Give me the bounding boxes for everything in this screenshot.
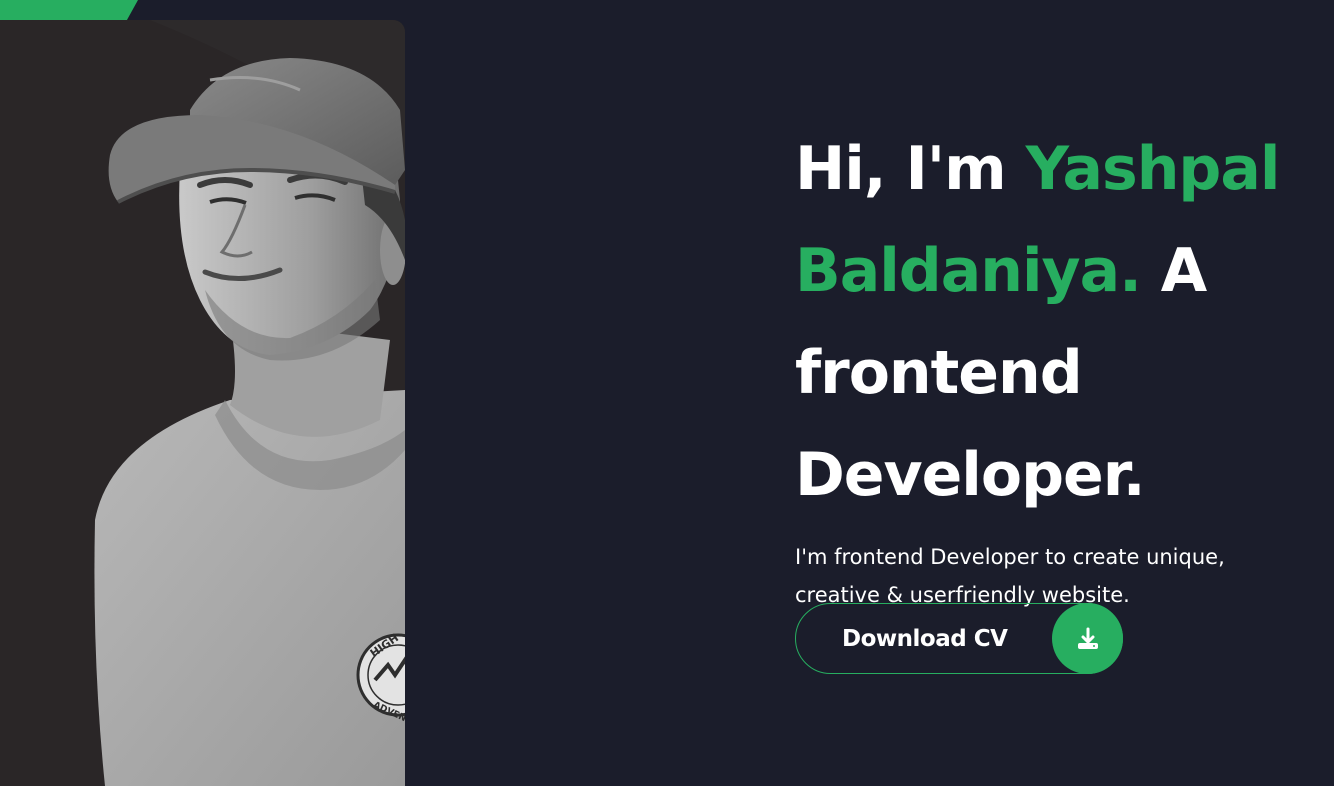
name-first: Yashpal: [1025, 134, 1281, 204]
role-line-2: Developer.: [795, 440, 1146, 510]
download-cv-label: Download CV: [842, 625, 1008, 652]
role-article: A: [1140, 236, 1207, 306]
name-last: Baldaniya.: [795, 236, 1142, 306]
greeting-text: Hi, I'm: [795, 134, 1026, 204]
headline-line-2: Baldaniya. A: [795, 220, 1315, 322]
hero-page: HIGH ADVENT Hi, I'm Yashpal Baldaniya. A…: [0, 0, 1334, 786]
hero-headline: Hi, I'm Yashpal Baldaniya. A frontend De…: [795, 118, 1315, 526]
accent-strip: [0, 0, 138, 20]
download-cv-button[interactable]: Download CV: [795, 603, 1123, 674]
headline-line-1: Hi, I'm Yashpal: [795, 118, 1315, 220]
download-arrow-icon: [1077, 627, 1098, 649]
role-line-1: frontend: [795, 338, 1083, 408]
portrait-photo: HIGH ADVENT: [0, 20, 405, 786]
hero-content: Hi, I'm Yashpal Baldaniya. A frontend De…: [795, 118, 1315, 614]
download-icon[interactable]: [1052, 603, 1123, 674]
profile-photo: HIGH ADVENT: [0, 20, 405, 786]
